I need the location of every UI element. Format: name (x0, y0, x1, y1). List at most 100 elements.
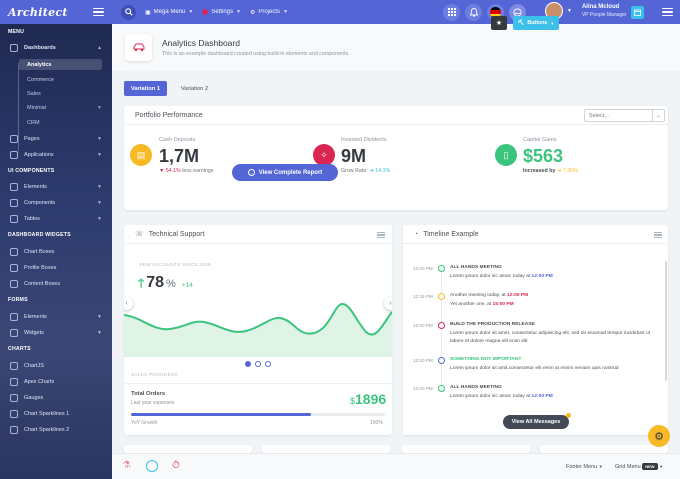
new-badge: NEW (642, 463, 658, 470)
page-title: Analytics Dashboard (162, 38, 240, 48)
sidebar-item-sparklines-2[interactable]: Chart Sparklines 2 (10, 424, 102, 436)
display-icon (10, 280, 18, 288)
graph-icon (10, 426, 18, 434)
arrow-circle-icon: → (247, 169, 255, 176)
sidebar-item-applications[interactable]: Applications ▼ (10, 149, 102, 161)
timeline-line (441, 265, 442, 393)
sidebar-heading-widgets: DASHBOARD WIDGETS (8, 232, 71, 238)
new-accounts-label: NEW ACCOUNTS SINCE 2018 (139, 263, 211, 268)
carousel-dot[interactable] (255, 361, 261, 367)
card-header: ☏ Technical Support (124, 225, 392, 244)
light-bulb-icon (10, 313, 18, 321)
timer-icon[interactable]: ⏱ (172, 460, 180, 471)
timeline-dot (438, 385, 445, 392)
scrollbar[interactable] (665, 261, 667, 381)
sidebar-item-tables[interactable]: Tables ▼ (10, 213, 102, 225)
sidebar-item-components[interactable]: Components ▼ (10, 197, 102, 209)
timeline-dot (438, 357, 445, 364)
sidebar-item-gauges[interactable]: Gauges (10, 392, 102, 404)
id-card-icon (10, 264, 18, 272)
sidebar-item-dashboards[interactable]: Dashboards ▲ (10, 42, 102, 54)
projects-nav[interactable]: ⚙ Projects ▼ (250, 9, 288, 16)
chevron-right-icon[interactable]: › (384, 297, 392, 310)
view-complete-report-button[interactable]: → View Complete Report (232, 164, 338, 181)
hamburger-menu-icon[interactable] (93, 6, 104, 19)
graph-icon (10, 410, 18, 418)
graph-icon (10, 362, 18, 370)
chevron-down-icon: ▼ (97, 104, 102, 111)
sidebar-item-crm[interactable]: CRM (19, 117, 102, 128)
expenses-label: Last year expenses (131, 400, 175, 406)
user-name: Alina Mcloud (581, 4, 620, 10)
search-icon[interactable] (121, 4, 136, 20)
portfolio-card: Portfolio Performance Select... ⌄ ▤ Cash… (124, 106, 668, 210)
page-title-bar: Analytics Dashboard This is an example d… (112, 24, 680, 71)
theme-settings-gear-button[interactable]: ⚙ (648, 425, 670, 447)
sidebar-item-form-elements[interactable]: Elements ▼ (10, 311, 102, 323)
grid-menu[interactable]: Grid Menu NEW ▼ (615, 463, 664, 470)
footer-menu[interactable]: Footer Menu ▼ (566, 464, 603, 470)
sidebar-item-elements[interactable]: Elements ▼ (10, 181, 102, 193)
sidebar-item-content-boxes[interactable]: Content Boxes (10, 278, 102, 290)
chevron-down-icon: ▼ (97, 314, 102, 320)
buttons-dropdown[interactable]: ⛏ Buttons ▼ (513, 16, 559, 30)
timeline-title: Timeline Example (423, 230, 479, 238)
notification-dot (566, 413, 571, 418)
portfolio-title: Portfolio Performance (135, 111, 203, 119)
sidebar-item-minimal[interactable]: Minimal ▼ (19, 102, 102, 113)
grid-apps-icon[interactable] (443, 3, 460, 21)
right-drawer-menu-icon[interactable] (662, 6, 673, 19)
sales-progress-bar (131, 413, 385, 416)
calendar-icon[interactable] (631, 5, 644, 19)
sidebar-item-form-widgets[interactable]: Widgets ▼ (10, 327, 102, 339)
app-logo-bar: Architect (0, 0, 112, 24)
carousel-dot[interactable] (245, 361, 251, 367)
partial-card (262, 445, 390, 453)
star-button[interactable]: ★ (491, 16, 507, 30)
chevron-down-icon: ▼ (97, 330, 102, 336)
clipboard-icon: ▯ (495, 144, 517, 166)
table-icon (10, 215, 18, 223)
card-menu-icon[interactable] (377, 232, 385, 238)
globe-icon[interactable] (146, 460, 158, 472)
divider (124, 383, 392, 384)
accounts-area-chart (124, 303, 392, 357)
total-orders-label: Total Orders (131, 391, 166, 397)
sidebar-item-apex-charts[interactable]: Apex Charts (10, 376, 102, 388)
growth-value: 100% (370, 420, 383, 426)
tag-icon: ✧ (313, 144, 335, 166)
sidebar-heading-forms: FORMS (8, 297, 28, 303)
growth-label: YoY Growth (131, 420, 158, 426)
chevron-down-icon: ▼ (659, 464, 664, 469)
chevron-down-icon: ⌄ (652, 110, 664, 121)
chevron-down-icon: ▼ (550, 20, 555, 26)
carousel-dot[interactable] (265, 361, 271, 367)
arrow-right-icon: ➜ (369, 168, 374, 174)
chevron-down-icon: ▼ (97, 200, 102, 206)
tab-variation-2[interactable]: Variation 2 (173, 81, 216, 96)
period-select[interactable]: Select... ⌄ (584, 109, 665, 122)
sidebar-heading-ui: UI COMPONENTS (8, 168, 55, 174)
sidebar-item-pages[interactable]: Pages ▼ (10, 133, 102, 145)
arrow-right-icon: ➜ (556, 168, 562, 174)
card-menu-icon[interactable] (654, 232, 662, 238)
sidebar-item-chart-boxes[interactable]: Chart Boxes (10, 246, 102, 258)
sidebar-item-chartjs[interactable]: ChartJS (10, 360, 102, 372)
sidebar-item-sparklines-1[interactable]: Chart Sparklines 1 (10, 408, 102, 420)
chevron-down-icon: ▼ (598, 464, 603, 469)
sidebar-item-sales[interactable]: Sales (19, 88, 102, 99)
sidebar-item-profile-boxes[interactable]: Profile Boxes (10, 262, 102, 274)
sales-progress-label: SALES PROGRESS (131, 373, 178, 378)
chevron-down-icon: ▼ (97, 184, 102, 190)
flask-icon[interactable]: ⚗ (122, 460, 131, 471)
tab-variation-1[interactable]: Variation 1 (124, 81, 167, 96)
settings-nav[interactable]: Settings ▼ (202, 9, 241, 15)
sidebar-item-analytics[interactable]: Analytics (19, 59, 102, 70)
view-all-messages-button[interactable]: View All Messages (503, 415, 569, 429)
timeline-dot (438, 322, 445, 329)
mega-menu-nav[interactable]: ▣ Mega Menu ▼ (145, 9, 193, 16)
sidebar-item-commerce[interactable]: Commerce (19, 74, 102, 85)
car-icon (10, 199, 18, 207)
headset-icon: ☏ (135, 231, 144, 238)
bell-icon[interactable] (465, 3, 482, 21)
